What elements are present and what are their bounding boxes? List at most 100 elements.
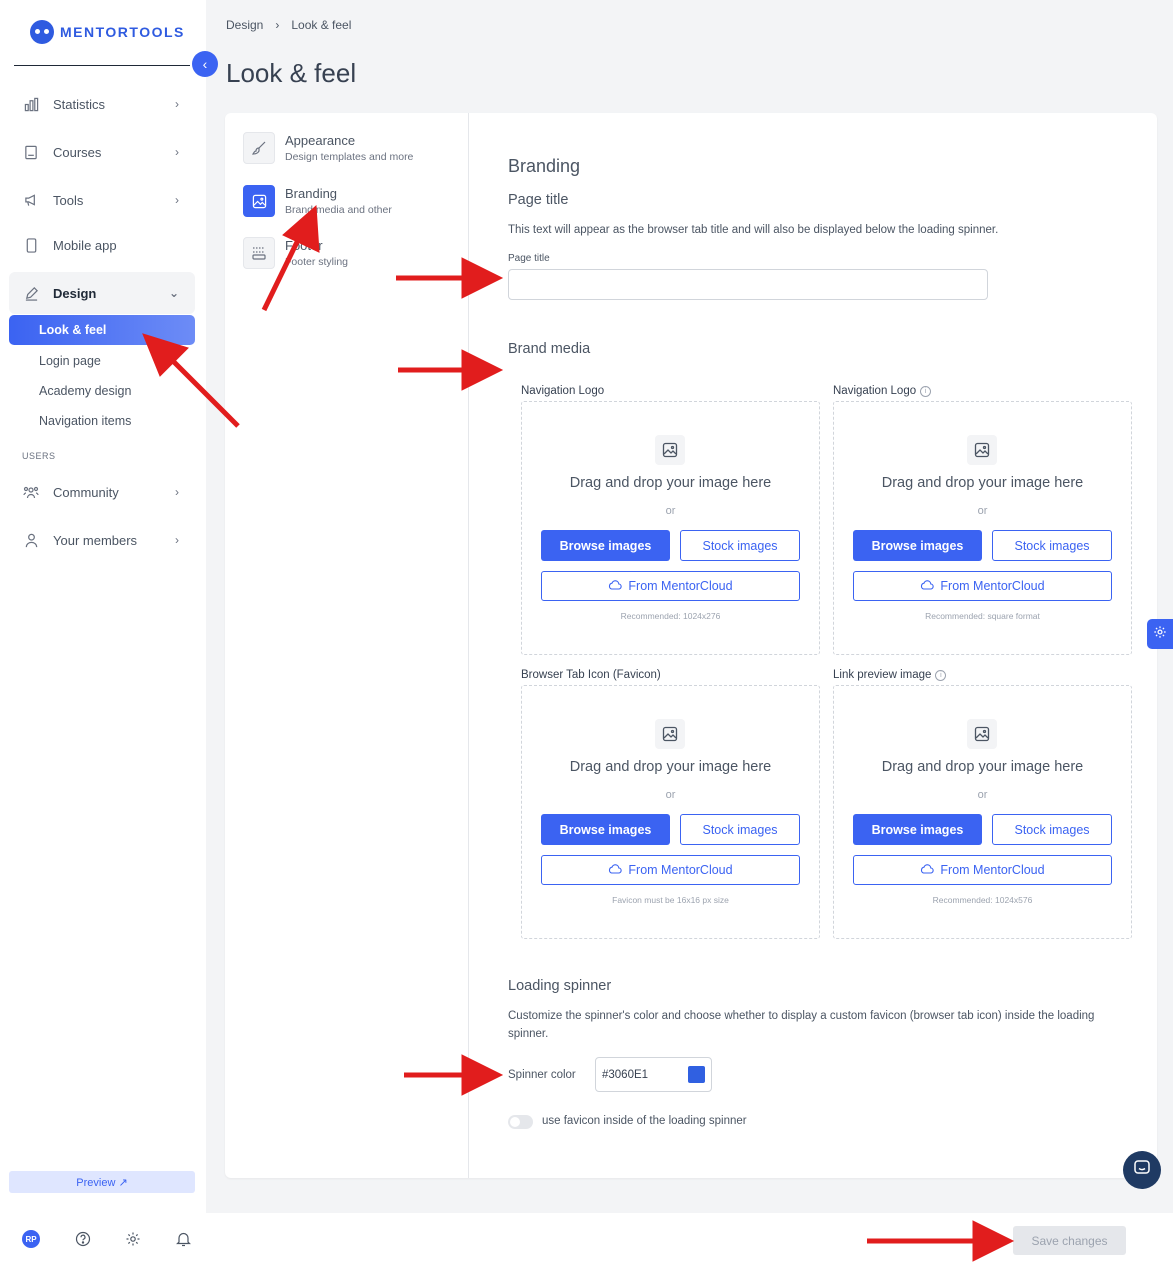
from-mentorcloud-button[interactable]: From MentorCloud bbox=[541, 855, 800, 885]
cloud-icon bbox=[920, 863, 935, 877]
stock-images-button[interactable]: Stock images bbox=[992, 530, 1112, 561]
sidebar-item-label: Mobile app bbox=[53, 237, 117, 253]
settings-float-button[interactable] bbox=[1147, 619, 1173, 649]
subnav-appearance[interactable]: Appearance Design templates and more bbox=[243, 132, 413, 164]
collapse-sidebar-button[interactable]: ‹ bbox=[192, 51, 218, 77]
subnav-subtitle: Design templates and more bbox=[285, 151, 414, 163]
megaphone-icon bbox=[23, 192, 39, 208]
chevron-right-icon: › bbox=[175, 533, 179, 547]
cloud-button-label: From MentorCloud bbox=[628, 579, 733, 593]
community-icon bbox=[23, 484, 39, 500]
chevron-right-icon: › bbox=[175, 145, 179, 159]
spinner-color-value: #3060E1 bbox=[602, 1068, 649, 1081]
chevron-right-icon: › bbox=[175, 485, 179, 499]
dropzone-hint: Recommended: square format bbox=[925, 611, 1040, 621]
from-mentorcloud-button[interactable]: From MentorCloud bbox=[541, 571, 800, 601]
sidebar-item-courses[interactable]: Courses › bbox=[9, 132, 195, 172]
brand-logo[interactable]: MENTORTOOLS bbox=[30, 20, 185, 44]
bell-icon[interactable] bbox=[176, 1231, 192, 1247]
sidebar-item-your-members[interactable]: Your members › bbox=[9, 520, 195, 560]
image-dropzone[interactable]: Drag and drop your image here or Browse … bbox=[521, 401, 820, 655]
page-title-input[interactable] bbox=[508, 269, 988, 300]
image-dropzone[interactable]: Drag and drop your image here or Browse … bbox=[833, 685, 1132, 939]
subnav-title: Branding bbox=[285, 186, 338, 201]
dropzone-or: or bbox=[977, 789, 988, 801]
subnav-footer[interactable]: Footer Footer styling bbox=[243, 237, 348, 269]
sidebar: MENTORTOOLS Statistics › Courses › Tools… bbox=[0, 0, 206, 1262]
spinner-color-label: Spinner color bbox=[508, 1069, 576, 1081]
sidebar-item-mobile-app[interactable]: Mobile app bbox=[9, 225, 195, 265]
stock-images-button[interactable]: Stock images bbox=[992, 814, 1112, 845]
page-title-heading: Page title bbox=[508, 192, 569, 208]
spinner-color-input[interactable]: #3060E1 bbox=[595, 1057, 712, 1092]
brand-media-heading: Brand media bbox=[508, 341, 591, 357]
stock-images-button[interactable]: Stock images bbox=[680, 814, 800, 845]
brand-name: MENTORTOOLS bbox=[60, 24, 185, 40]
sidebar-item-label: Design bbox=[53, 285, 97, 301]
color-swatch[interactable] bbox=[688, 1066, 705, 1083]
chevron-right-icon: › bbox=[175, 97, 179, 111]
subnav-subtitle: Footer styling bbox=[285, 256, 349, 268]
subnav-subtitle: Brand media and other bbox=[285, 204, 392, 216]
preview-button[interactable]: Preview ↗ bbox=[9, 1171, 195, 1193]
dropzone-or: or bbox=[665, 505, 676, 517]
media-label: Navigation Logo i bbox=[833, 385, 932, 397]
sidebar-subitem-academy-design[interactable]: Academy design bbox=[9, 376, 195, 406]
image-dropzone[interactable]: Drag and drop your image here or Browse … bbox=[521, 685, 820, 939]
info-icon[interactable]: i bbox=[920, 385, 932, 397]
subnav-title: Appearance bbox=[285, 133, 356, 148]
dropzone-hint: Recommended: 1024x576 bbox=[932, 895, 1033, 905]
media-label: Link preview image i bbox=[833, 669, 947, 681]
user-icon bbox=[23, 532, 39, 548]
breadcrumb-parent[interactable]: Design bbox=[226, 18, 263, 32]
subnav-branding[interactable]: Branding Brand media and other bbox=[243, 185, 392, 217]
avatar[interactable]: RP bbox=[22, 1230, 40, 1248]
sidebar-item-label: Community bbox=[53, 484, 119, 500]
stock-images-button[interactable]: Stock images bbox=[680, 530, 800, 561]
save-changes-button[interactable]: Save changes bbox=[1013, 1226, 1126, 1255]
cloud-button-label: From MentorCloud bbox=[940, 863, 1045, 877]
from-mentorcloud-button[interactable]: From MentorCloud bbox=[853, 855, 1112, 885]
sidebar-item-label: Your members bbox=[53, 532, 138, 548]
chat-launcher-button[interactable] bbox=[1123, 1151, 1161, 1189]
browse-images-button[interactable]: Browse images bbox=[853, 530, 982, 561]
cloud-button-label: From MentorCloud bbox=[940, 579, 1045, 593]
loading-spinner-description: Customize the spinner's color and choose… bbox=[508, 1010, 1095, 1040]
sidebar-subitem-navigation-items[interactable]: Navigation items bbox=[9, 406, 195, 436]
browse-images-button[interactable]: Browse images bbox=[541, 814, 670, 845]
sidebar-item-tools[interactable]: Tools › bbox=[9, 180, 195, 220]
loading-spinner-heading: Loading spinner bbox=[508, 978, 612, 994]
info-icon[interactable]: i bbox=[935, 669, 947, 681]
dropzone-hint: Recommended: 1024x276 bbox=[620, 611, 721, 621]
favicon-spinner-toggle[interactable] bbox=[508, 1115, 533, 1129]
image-dropzone[interactable]: Drag and drop your image here or Browse … bbox=[833, 401, 1132, 655]
sidebar-item-statistics[interactable]: Statistics › bbox=[9, 84, 195, 124]
gear-icon bbox=[1153, 625, 1167, 644]
media-label-text: Link preview image bbox=[833, 669, 932, 681]
sidebar-item-community[interactable]: Community › bbox=[9, 472, 195, 512]
chat-icon bbox=[1133, 1159, 1151, 1182]
sidebar-item-design[interactable]: Design ⌄ bbox=[9, 272, 195, 314]
chevron-right-icon: › bbox=[275, 18, 280, 32]
media-label-text: Navigation Logo bbox=[833, 385, 917, 397]
from-mentorcloud-button[interactable]: From MentorCloud bbox=[853, 571, 1112, 601]
page-title: Look & feel bbox=[226, 58, 357, 88]
dropzone-text: Drag and drop your image here bbox=[881, 475, 1084, 491]
divider bbox=[14, 65, 190, 66]
gear-icon[interactable] bbox=[125, 1231, 141, 1247]
browse-images-button[interactable]: Browse images bbox=[853, 814, 982, 845]
sidebar-subitem-login-page[interactable]: Login page bbox=[9, 346, 195, 376]
media-label-text: Browser Tab Icon (Favicon) bbox=[521, 669, 661, 681]
browse-images-button[interactable]: Browse images bbox=[541, 530, 670, 561]
media-label: Navigation Logo bbox=[521, 385, 604, 397]
image-icon bbox=[655, 435, 685, 465]
help-icon[interactable] bbox=[75, 1231, 91, 1247]
dropzone-or: or bbox=[665, 789, 676, 801]
chevron-left-icon: ‹ bbox=[202, 56, 208, 72]
section-heading-branding: Branding bbox=[508, 156, 581, 176]
sidebar-subitem-look-and-feel[interactable]: Look & feel bbox=[9, 315, 195, 345]
breadcrumb-current: Look & feel bbox=[291, 18, 352, 32]
cloud-button-label: From MentorCloud bbox=[628, 863, 733, 877]
dropzone-text: Drag and drop your image here bbox=[569, 475, 772, 491]
sidebar-item-label: Courses bbox=[53, 144, 102, 160]
